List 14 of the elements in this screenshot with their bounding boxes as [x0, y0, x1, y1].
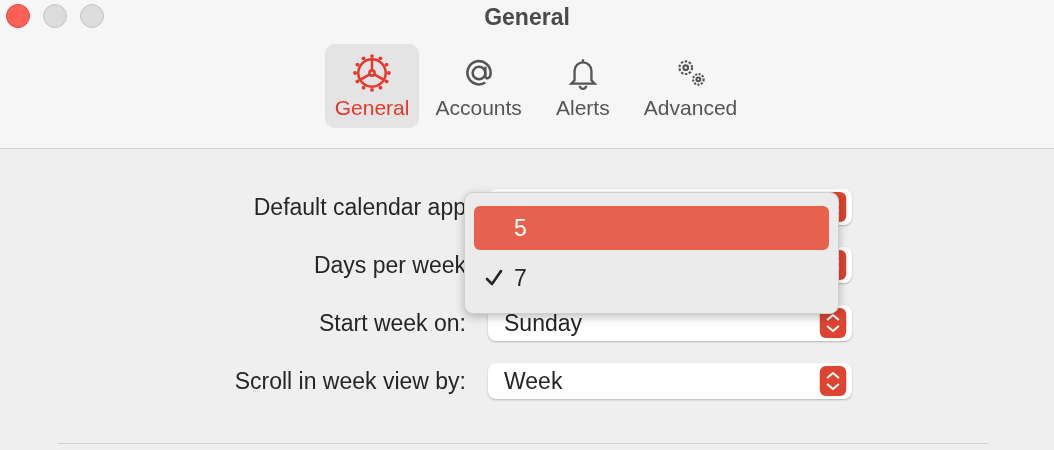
popup-button[interactable]: Week — [488, 363, 852, 399]
window-title: General — [484, 2, 570, 31]
setting-label: Scroll in week view by: — [233, 367, 467, 395]
minimize-button[interactable] — [43, 4, 67, 28]
toolbar-tab[interactable]: Accounts — [425, 44, 532, 128]
menu-item[interactable]: 7 — [474, 256, 829, 300]
gear-icon — [353, 54, 392, 92]
toolbar-tab[interactable]: Advanced — [633, 44, 748, 128]
setting-label: Start week on: — [317, 309, 467, 337]
setting-label: Days per week — [312, 251, 467, 279]
toolbar-tab[interactable]: Alerts — [537, 44, 628, 128]
close-button[interactable] — [6, 4, 30, 28]
setting-label: Default calendar app — [252, 193, 467, 221]
zoom-button[interactable] — [80, 4, 104, 28]
